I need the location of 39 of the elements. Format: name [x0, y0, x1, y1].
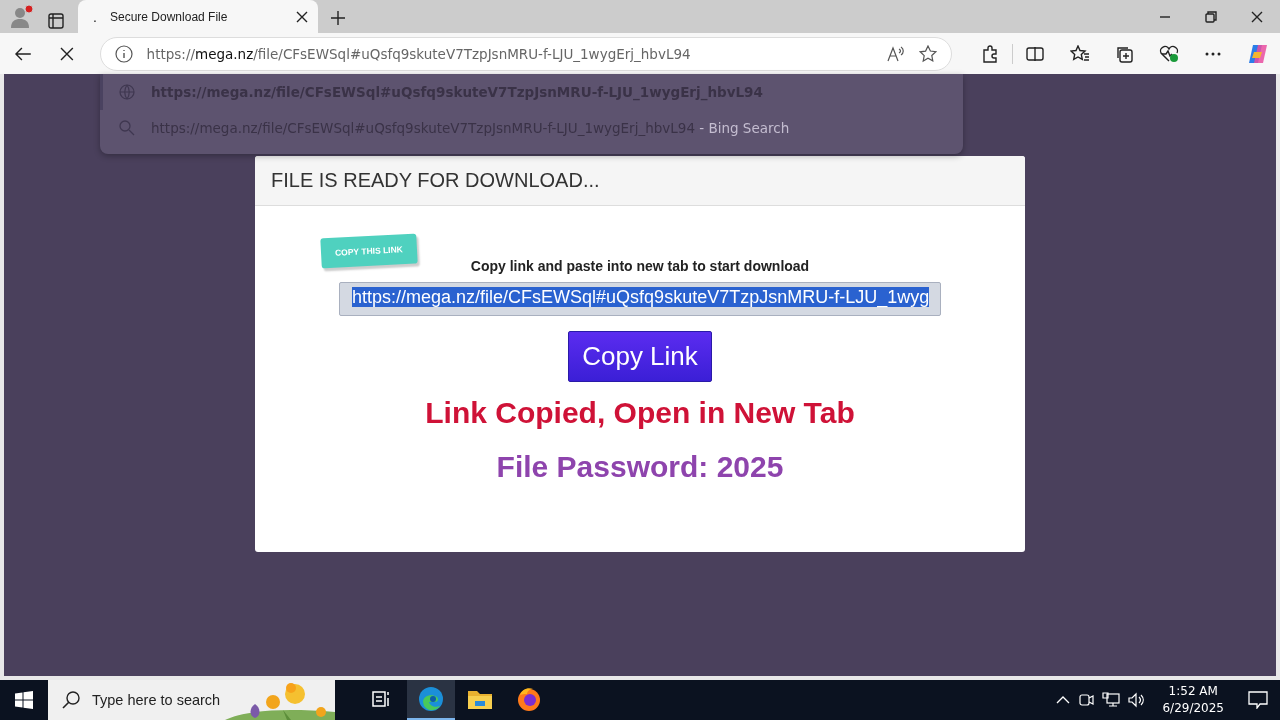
- volume-icon[interactable]: [1128, 692, 1147, 708]
- close-icon[interactable]: [1251, 10, 1263, 23]
- info-icon[interactable]: [114, 44, 133, 63]
- task-view-icon[interactable]: [372, 690, 392, 708]
- profile-icon[interactable]: [9, 4, 35, 30]
- favorite-star-icon[interactable]: [918, 44, 937, 63]
- instruction-text: Copy link and paste into new tab to start download: [470, 258, 810, 274]
- file-password: File Password: 2025: [496, 450, 784, 484]
- taskbar-clock[interactable]: 1:52 AM 6/29/2025: [1162, 683, 1224, 717]
- dialog-title: FILE IS READY FOR DOWNLOAD...: [255, 156, 1025, 206]
- link-field[interactable]: https://mega.nz/file/CFsEWSql#uQsfq9skuteV7TzpJsnMRU-f-LJU_1wyg: [339, 282, 941, 316]
- favorites-icon[interactable]: [1069, 44, 1090, 63]
- copy-this-link-tag: COPY THIS LINK: [320, 233, 418, 269]
- split-screen-icon[interactable]: [1026, 45, 1045, 62]
- extensions-icon[interactable]: [980, 44, 999, 63]
- browser-icon[interactable]: [418, 686, 444, 712]
- back-icon[interactable]: [14, 45, 32, 62]
- search-icon[interactable]: [62, 691, 80, 709]
- address-bar[interactable]: https://mega.nz/file/CFsEWSql#uQsfq9skuteV7TzpJsnMRU-f-LJU_1wygErj_hbvL94: [99, 36, 952, 71]
- taskbar-app[interactable]: [407, 680, 455, 720]
- chevron-up-icon[interactable]: [1056, 696, 1071, 704]
- windows-start-icon[interactable]: [15, 691, 33, 709]
- camera-icon[interactable]: [1078, 692, 1095, 708]
- close-icon[interactable]: [296, 10, 308, 23]
- status-message: Link Copied, Open in New Tab: [425, 396, 855, 430]
- restore-icon[interactable]: [1205, 10, 1217, 23]
- new-tab-icon[interactable]: [330, 10, 346, 26]
- taskbar-search-field[interactable]: Type here to search: [48, 680, 335, 720]
- notifications-icon[interactable]: [1248, 691, 1268, 709]
- collections-icon[interactable]: [1115, 44, 1134, 63]
- heart-pulse-icon[interactable]: [1158, 44, 1179, 63]
- tab-actions-icon[interactable]: [48, 13, 64, 29]
- folder-icon[interactable]: [467, 688, 493, 710]
- browser-tab[interactable]: . Secure Download File: [78, 0, 318, 33]
- read-aloud-icon[interactable]: [886, 45, 905, 62]
- more-icon[interactable]: [1205, 51, 1222, 56]
- stop-icon[interactable]: [59, 46, 74, 61]
- copy-link-button[interactable]: Copy Link: [568, 331, 712, 382]
- network-icon[interactable]: [1102, 692, 1121, 708]
